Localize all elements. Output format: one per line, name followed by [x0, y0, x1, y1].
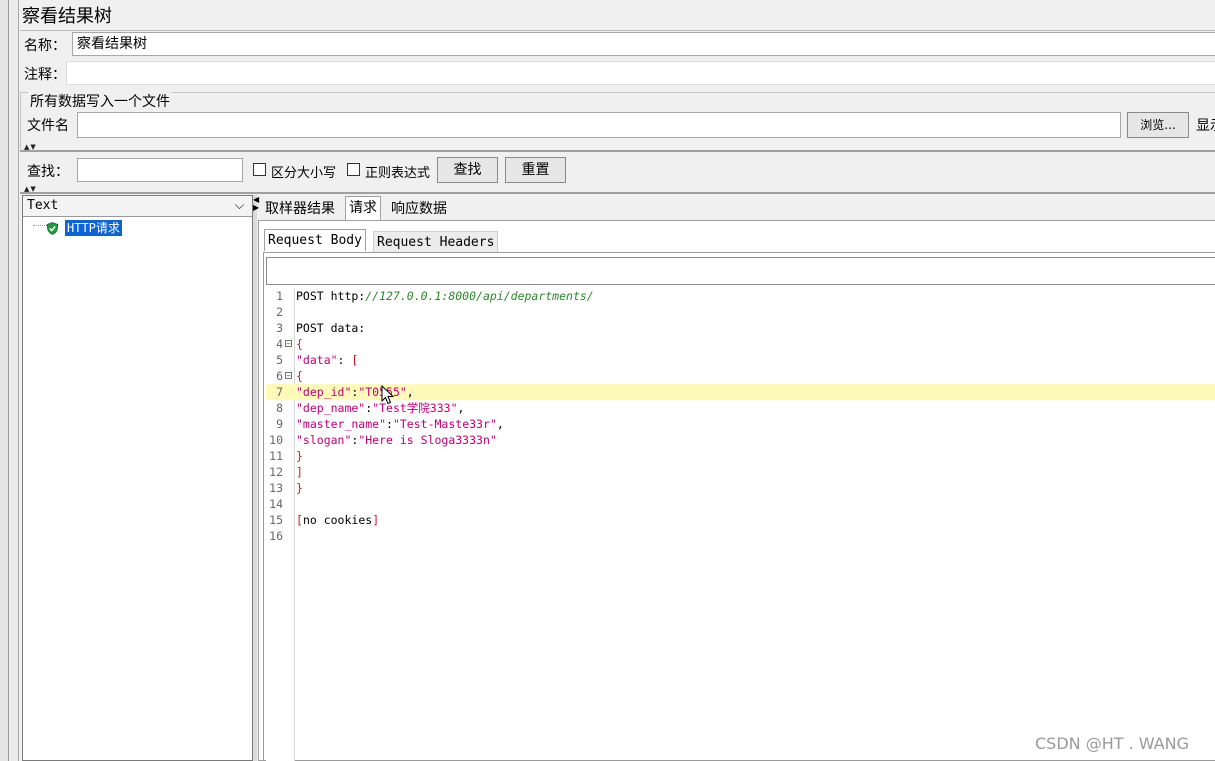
- line-number: 11: [269, 449, 283, 463]
- code-text: POST http://127.0.0.1:8000/api/departmen…: [296, 289, 594, 303]
- shield-check-icon: [46, 222, 59, 235]
- code-text: POST data:: [296, 321, 366, 335]
- regex-label: 正则表达式: [365, 166, 431, 181]
- code-line: 13}: [266, 480, 1215, 496]
- reset-button[interactable]: 重置: [505, 157, 566, 183]
- filename-label: 文件名: [27, 118, 69, 134]
- line-number: 5: [276, 353, 283, 367]
- mouse-cursor-icon: [381, 384, 395, 409]
- splitter-arrows-icon[interactable]: ◀ ▶: [253, 196, 259, 212]
- line-number: 8: [276, 401, 283, 415]
- code-line: 9 "master_name":"Test-Maste33r",: [266, 416, 1215, 432]
- tree-item-http-request[interactable]: HTTP请求: [65, 220, 122, 236]
- line-number: 4: [276, 337, 283, 351]
- tab-response-data[interactable]: 响应数据: [388, 198, 450, 220]
- comment-input[interactable]: [66, 61, 1215, 85]
- display-label: 显示: [1196, 118, 1215, 134]
- line-number: 12: [269, 465, 283, 479]
- body-search-input[interactable]: [266, 257, 1215, 285]
- chevron-down-icon: ⌵: [235, 198, 245, 212]
- case-sensitive-checkbox[interactable]: [253, 163, 266, 176]
- line-number: 7: [276, 385, 283, 399]
- search-input[interactable]: [77, 158, 243, 182]
- code-line: 4−{: [266, 336, 1215, 352]
- splitter[interactable]: [20, 150, 1215, 152]
- filename-input[interactable]: [77, 112, 1121, 138]
- code-text: "data": [: [296, 353, 359, 367]
- fold-toggle-icon[interactable]: −: [285, 372, 292, 380]
- search-label: 查找：: [27, 164, 69, 180]
- splitter-2[interactable]: [20, 192, 1215, 194]
- code-text: }: [296, 481, 303, 495]
- code-text: "slogan":"Here is Sloga3333n": [296, 433, 497, 447]
- watermark: CSDN @HT . WANG: [1035, 734, 1190, 753]
- code-line: 11}: [266, 448, 1215, 464]
- fold-toggle-icon[interactable]: −: [285, 340, 292, 348]
- code-text: }: [296, 449, 303, 463]
- case-sensitive-label: 区分大小写: [271, 166, 337, 181]
- code-line: 12]: [266, 464, 1215, 480]
- code-text: {: [296, 337, 303, 351]
- code-line: 2: [266, 304, 1215, 320]
- code-line: 5 "data": [: [266, 352, 1215, 368]
- line-number: 3: [276, 321, 283, 335]
- name-input[interactable]: 察看结果树: [72, 32, 1215, 56]
- panel-title: 察看结果树: [22, 6, 112, 27]
- code-line: 6−{: [266, 368, 1215, 384]
- code-line: 10 "slogan":"Here is Sloga3333n": [266, 432, 1215, 448]
- tab-sampler-result[interactable]: 取样器结果: [262, 198, 338, 220]
- renderer-select-value: Text: [27, 198, 59, 213]
- line-number: 16: [269, 529, 283, 543]
- code-line: 7 "dep_id":"T0555",: [266, 384, 1215, 400]
- renderer-select[interactable]: Text ⌵: [23, 196, 252, 217]
- line-number: 13: [269, 481, 283, 495]
- code-line: 15 [no cookies]: [266, 512, 1215, 528]
- line-number: 1: [276, 289, 283, 303]
- line-number: 15: [269, 513, 283, 527]
- line-number: 2: [276, 305, 283, 319]
- vertical-splitter[interactable]: [253, 195, 257, 761]
- code-line: 8 "dep_name":"Test学院333",: [266, 400, 1215, 416]
- line-number: 6: [276, 369, 283, 383]
- browse-button[interactable]: 浏览...: [1127, 112, 1189, 138]
- comment-label: 注释：: [24, 67, 66, 83]
- name-label: 名称：: [24, 38, 66, 54]
- subtab-request-headers[interactable]: Request Headers: [373, 231, 499, 253]
- line-number: 10: [269, 433, 283, 447]
- code-text: "dep_id":"T0555",: [296, 385, 414, 399]
- line-number: 9: [276, 417, 283, 431]
- left-border-strip-inner: [10, 0, 19, 761]
- code-text: "master_name":"Test-Maste33r",: [296, 417, 504, 431]
- code-text: {: [296, 369, 303, 383]
- line-number: 14: [269, 497, 283, 511]
- code-text: [no cookies]: [296, 513, 380, 527]
- subtab-request-body[interactable]: Request Body: [264, 229, 366, 251]
- code-line: 1 POST http://127.0.0.1:8000/api/departme…: [266, 288, 1215, 304]
- code-line: 16: [266, 528, 1215, 544]
- regex-checkbox[interactable]: [347, 163, 360, 176]
- divider: [20, 30, 1215, 31]
- find-button[interactable]: 查找: [437, 157, 498, 183]
- code-line: 3 POST data:: [266, 320, 1215, 336]
- result-tree-panel: Text ⌵ HTTP请求: [22, 195, 253, 761]
- file-section-legend: 所有数据写入一个文件: [28, 91, 172, 111]
- code-text: ]: [296, 465, 303, 479]
- left-border-strip: [0, 0, 9, 761]
- tab-request[interactable]: 请求: [345, 196, 381, 220]
- code-line: 14: [266, 496, 1215, 512]
